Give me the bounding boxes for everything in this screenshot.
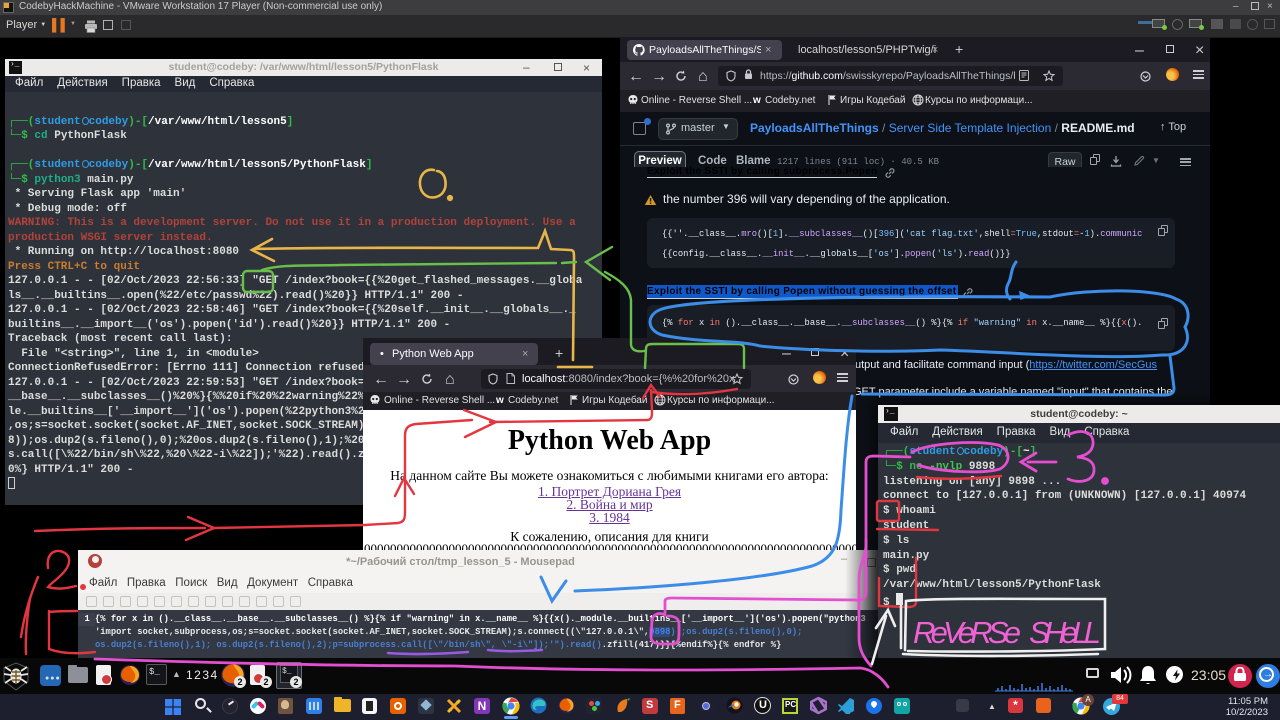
svg-text:SHeLL: SHeLL — [1029, 615, 1101, 650]
svg-text:ReVeRSe: ReVeRSe — [913, 615, 1021, 650]
